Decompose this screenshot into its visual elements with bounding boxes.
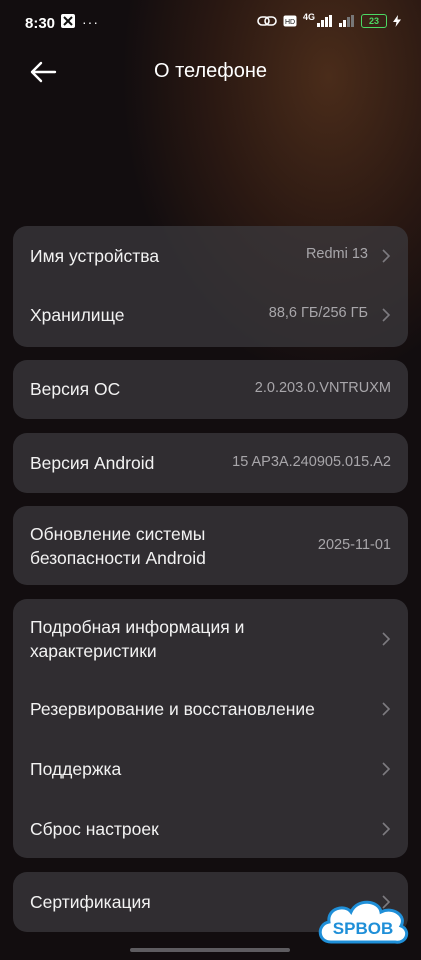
reset-label: Сброс настроек	[30, 819, 159, 839]
details-row[interactable]: Подробная информация и характеристики	[13, 599, 408, 678]
header: О телефоне	[0, 50, 421, 94]
backup-label: Резервирование и восстановление	[30, 699, 315, 719]
certification-label: Сертификация	[30, 892, 151, 912]
security-update-value: 2025-11-01	[317, 537, 391, 553]
network-type: 4G	[302, 12, 315, 22]
watermark-text: SPBOB	[333, 919, 393, 938]
security-update-card: Обновление системы безопасности Android …	[13, 506, 408, 585]
support-label: Поддержка	[30, 759, 122, 779]
volte-icon: HD	[283, 15, 297, 27]
android-version-label: Версия Android	[30, 453, 155, 473]
chevron-right-icon	[382, 762, 391, 776]
signal-icon	[317, 15, 332, 27]
battery-level: 23	[368, 16, 379, 26]
android-version-row[interactable]: Версия Android 15 AP3A.240905.015.A2	[13, 433, 408, 493]
chevron-right-icon	[382, 822, 391, 836]
device-card: Имя устройства Redmi 13 Хранилище 88,6 Г…	[13, 226, 408, 347]
security-update-label-line2: безопасности Android	[30, 548, 206, 568]
battery-icon: 23	[361, 14, 387, 28]
more-notifications-icon: ···	[82, 14, 99, 30]
link-icon	[257, 16, 277, 26]
status-right-icons: HD 4G 23	[257, 12, 401, 28]
status-time: 8:30	[25, 15, 56, 32]
status-bar: 8:30 ··· HD 4G 23	[0, 0, 421, 48]
page-title: О телефоне	[153, 60, 268, 82]
storage-value: 88,6 ГБ/256 ГБ	[268, 305, 368, 321]
security-update-label-line1: Обновление системы	[30, 524, 206, 544]
details-label-line1: Подробная информация и	[30, 617, 245, 637]
chevron-right-icon	[382, 308, 391, 322]
details-label-line2: характеристики	[30, 641, 157, 661]
device-name-row[interactable]: Имя устройства Redmi 13	[13, 226, 408, 286]
os-version-value: 2.0.203.0.VNTRUXM	[254, 380, 391, 396]
storage-row[interactable]: Хранилище 88,6 ГБ/256 ГБ	[13, 286, 408, 346]
chevron-right-icon	[382, 702, 391, 716]
os-version-label: Версия ОС	[30, 379, 121, 399]
support-row[interactable]: Поддержка	[13, 739, 408, 799]
charging-icon	[393, 15, 401, 27]
reset-row[interactable]: Сброс настроек	[13, 799, 408, 858]
backup-row[interactable]: Резервирование и восстановление	[13, 679, 408, 739]
security-update-row[interactable]: Обновление системы безопасности Android …	[13, 506, 408, 585]
spbob-watermark-logo: SPBOB	[318, 900, 409, 944]
os-version-row[interactable]: Версия ОС 2.0.203.0.VNTRUXM	[13, 360, 408, 419]
device-name-value: Redmi 13	[305, 246, 368, 262]
chevron-right-icon	[382, 249, 391, 263]
signal-2-icon	[339, 15, 354, 27]
svg-text:HD: HD	[285, 19, 295, 26]
device-name-label: Имя устройства	[30, 246, 160, 266]
more-options-card: Подробная информация и характеристики Ре…	[13, 599, 408, 858]
android-version-value: 15 AP3A.240905.015.A2	[232, 454, 391, 470]
chevron-right-icon	[382, 632, 391, 646]
storage-label: Хранилище	[30, 305, 125, 325]
notification-app-icon	[61, 14, 75, 28]
home-indicator[interactable]	[130, 948, 290, 952]
os-version-card: Версия ОС 2.0.203.0.VNTRUXM	[13, 360, 408, 419]
android-version-card: Версия Android 15 AP3A.240905.015.A2	[13, 433, 408, 493]
